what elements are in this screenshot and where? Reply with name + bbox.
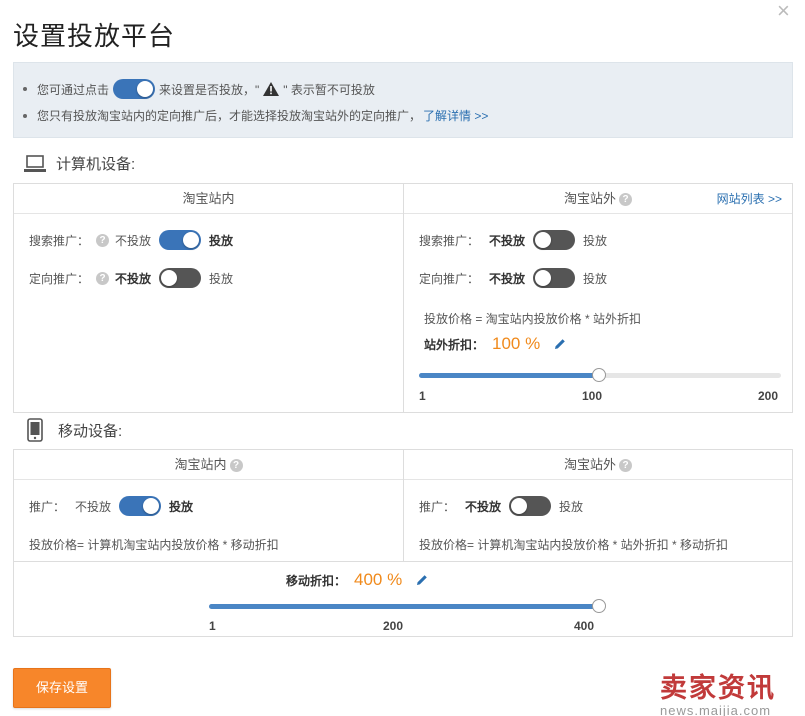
help-icon[interactable]: ? [619, 459, 632, 473]
row-label: 推广： [419, 499, 456, 514]
watermark-title: 卖家资讯 [660, 673, 776, 703]
off-label: 不投放 [115, 271, 152, 286]
off-label: 不投放 [75, 499, 112, 514]
example-toggle [113, 79, 156, 99]
discount-value: 100 % [492, 334, 541, 353]
mobile-outside-promo-row: 推广： 不投放 投放 [419, 496, 583, 516]
pc-inside-column: 淘宝站内 搜索推广： ? 不投放 投放 定向推广： ? 不投放 投放 [14, 184, 404, 412]
pc-outside-discount-slider[interactable] [419, 368, 781, 382]
mobile-section-heading: 移动设备: [24, 418, 122, 442]
on-label: 投放 [209, 233, 234, 248]
close-icon[interactable]: × [777, 0, 790, 22]
slider-min-label: 1 [419, 389, 426, 403]
mobile-inside-header-label: 淘宝站内 [174, 457, 227, 472]
pc-outside-discount-row: 站外折扣： 100 % [424, 334, 566, 354]
notice-text-1a: 您可通过点击 [37, 82, 110, 97]
site-list-link[interactable]: 网站列表 >> [717, 184, 782, 214]
row-label: 定向推广： [419, 271, 480, 286]
discount-label: 站外折扣： [424, 337, 485, 352]
slider-fill [419, 373, 600, 378]
pc-inside-search-row: 搜索推广： ? 不投放 投放 [29, 230, 233, 250]
notice-text-2: 您只有投放淘宝站内的定向推广后，才能选择投放淘宝站外的定向推广， [37, 109, 422, 123]
notice-line-info: 您只有投放淘宝站内的定向推广后，才能选择投放淘宝站外的定向推广， 了解详情 >> [23, 107, 488, 124]
on-label: 投放 [209, 271, 234, 286]
mobile-outside-header-label: 淘宝站外 [563, 457, 616, 472]
row-label: 搜索推广： [29, 233, 90, 248]
discount-label: 移动折扣： [286, 573, 347, 588]
slider-min-label: 1 [209, 619, 216, 633]
slider-handle[interactable] [592, 599, 606, 613]
mobile-discount-slider[interactable] [209, 599, 606, 613]
mobile-heading-label: 移动设备: [58, 422, 123, 440]
pc-panel: 淘宝站内 搜索推广： ? 不投放 投放 定向推广： ? 不投放 投放 淘宝站外?… [13, 183, 793, 413]
mobile-inside-promo-toggle[interactable] [119, 496, 162, 516]
page-title: 设置投放平台 [13, 21, 176, 51]
edit-icon[interactable] [554, 338, 566, 350]
bullet-icon [23, 87, 27, 91]
pc-inside-search-toggle[interactable] [159, 230, 202, 250]
watermark: 卖家资讯 news.maijia.com [660, 666, 776, 716]
help-icon[interactable]: ? [96, 271, 110, 285]
help-icon[interactable]: ? [229, 459, 243, 473]
notice-text-1b: 来设置是否投放，" [159, 82, 260, 97]
slider-mid-label: 100 [582, 389, 603, 403]
on-label: 投放 [169, 499, 194, 514]
pc-section-heading: 计算机设备: [24, 153, 135, 174]
slider-fill [209, 604, 599, 609]
mobile-outside-column: 淘宝站外? 推广： 不投放 投放 投放价格= 计算机淘宝站内投放价格 * 站外折… [404, 450, 792, 562]
bullet-icon [23, 113, 27, 118]
mobile-inside-formula: 投放价格= 计算机淘宝站内投放价格 * 移动折扣 [29, 538, 279, 552]
row-label: 定向推广： [29, 271, 90, 286]
pc-outside-header: 淘宝站外? 网站列表 >> [404, 184, 792, 214]
mobile-outside-formula: 投放价格= 计算机淘宝站内投放价格 * 站外折扣 * 移动折扣 [419, 538, 729, 552]
slider-max-label: 400 [574, 619, 595, 633]
pc-outside-target-toggle[interactable] [533, 268, 576, 288]
slider-handle[interactable] [592, 368, 607, 382]
mobile-inside-header: 淘宝站内? [14, 450, 403, 480]
pc-outside-header-label: 淘宝站外 [563, 191, 616, 206]
pc-outside-search-row: 搜索推广： 不投放 投放 [419, 230, 607, 250]
pc-outside-target-row: 定向推广： 不投放 投放 [419, 268, 607, 288]
slider-mid-label: 200 [383, 619, 404, 633]
on-label: 投放 [583, 271, 608, 286]
off-label: 不投放 [489, 233, 526, 248]
notice-text-1c: " 表示暂不可投放 [283, 82, 375, 97]
row-label: 推广： [29, 499, 66, 514]
mobile-discount-row: 移动折扣： 400 % [286, 570, 428, 590]
watermark-url: news.maijia.com [660, 703, 772, 716]
warning-icon [263, 82, 280, 96]
on-label: 投放 [583, 233, 608, 248]
mobile-panel: 淘宝站内? 推广： 不投放 投放 投放价格= 计算机淘宝站内投放价格 * 移动折… [13, 449, 793, 637]
computer-icon [24, 154, 46, 172]
mobile-outside-promo-toggle[interactable] [509, 496, 552, 516]
slider-max-label: 200 [758, 389, 779, 403]
pc-outside-column: 淘宝站外? 网站列表 >> 搜索推广： 不投放 投放 定向推广： 不投放 投放 … [404, 184, 792, 412]
help-icon[interactable]: ? [619, 193, 632, 207]
pc-heading-label: 计算机设备: [56, 156, 136, 173]
pc-outside-search-toggle[interactable] [533, 230, 576, 250]
on-label: 投放 [559, 499, 584, 514]
notice-line-toggle: 您可通过点击 来设置是否投放，" " 表示暂不可投放 [23, 79, 375, 99]
mobile-phone-icon [27, 418, 43, 442]
off-label: 不投放 [489, 271, 526, 286]
row-label: 搜索推广： [419, 233, 480, 248]
pc-inside-target-row: 定向推广： ? 不投放 投放 [29, 268, 233, 288]
off-label: 不投放 [115, 233, 152, 248]
pc-inside-target-toggle[interactable] [159, 268, 202, 288]
save-settings-button[interactable]: 保存设置 [13, 668, 111, 708]
notice-box: 您可通过点击 来设置是否投放，" " 表示暂不可投放 您只有投放淘宝站内的定向推… [13, 62, 793, 138]
mobile-outside-header: 淘宝站外? [404, 450, 792, 480]
learn-more-link[interactable]: 了解详情 >> [423, 107, 488, 124]
discount-value: 400 % [354, 570, 403, 589]
pc-outside-formula: 投放价格 = 淘宝站内投放价格 * 站外折扣 [424, 312, 642, 326]
help-icon[interactable]: ? [96, 233, 110, 247]
off-label: 不投放 [465, 499, 502, 514]
pc-inside-header: 淘宝站内 [14, 184, 403, 214]
mobile-inside-column: 淘宝站内? 推广： 不投放 投放 投放价格= 计算机淘宝站内投放价格 * 移动折… [14, 450, 404, 562]
edit-icon[interactable] [416, 574, 428, 586]
mobile-inside-promo-row: 推广： 不投放 投放 [29, 496, 193, 516]
